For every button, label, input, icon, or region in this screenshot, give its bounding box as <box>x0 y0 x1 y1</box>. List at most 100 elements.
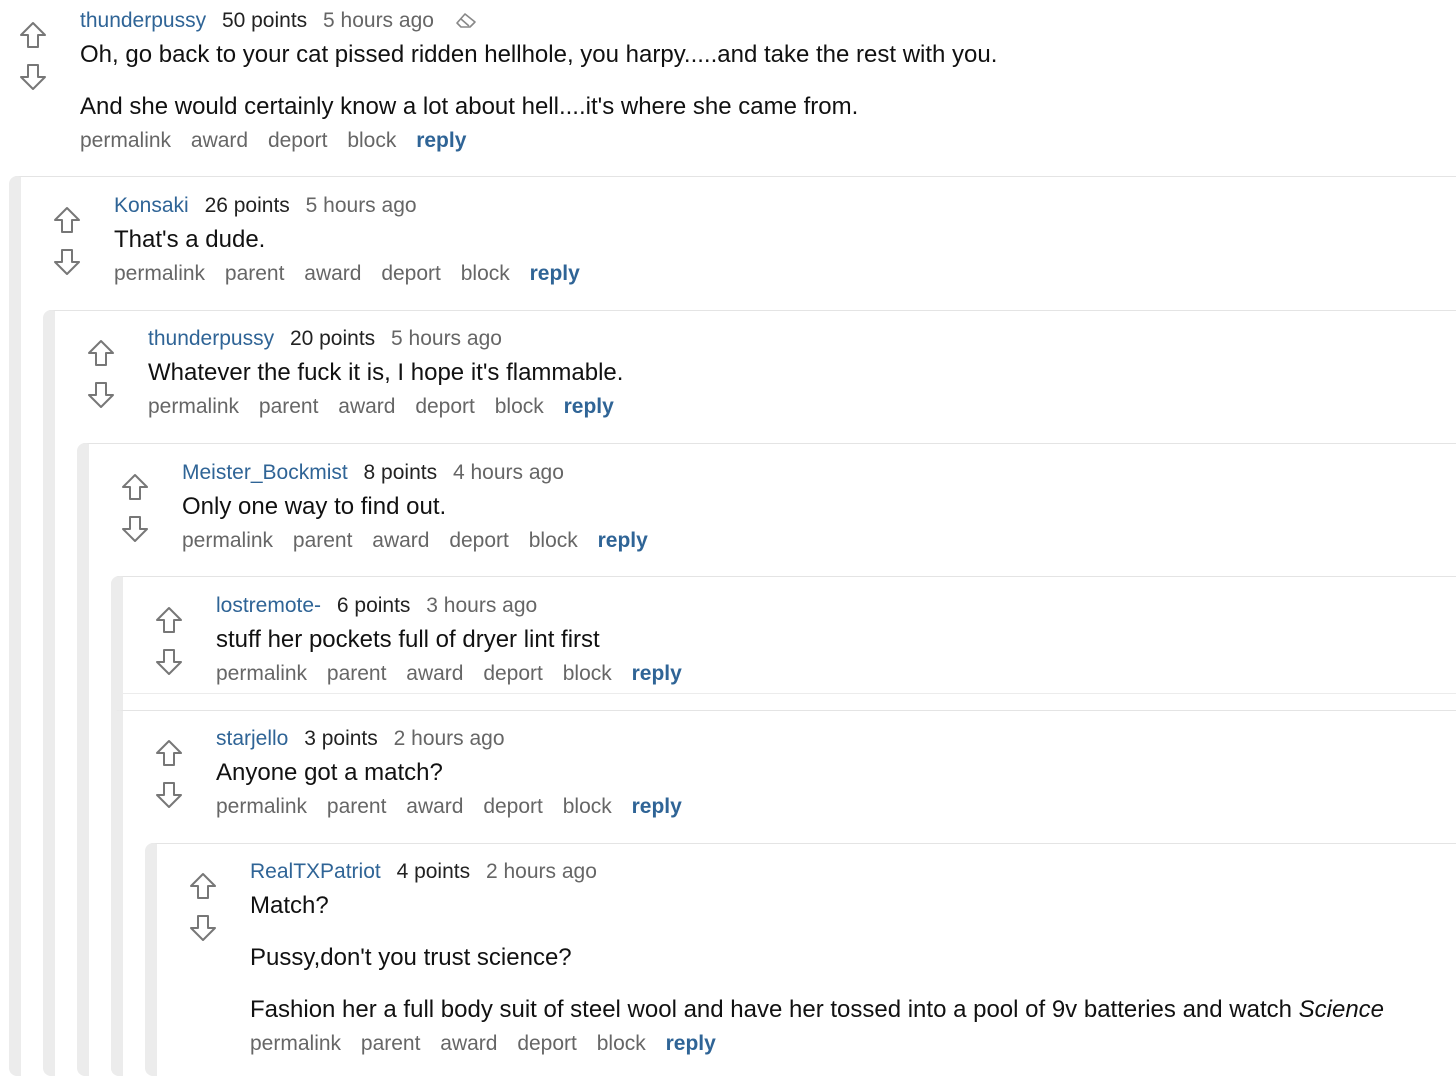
award-link[interactable]: award <box>406 662 463 685</box>
permalink-link[interactable]: permalink <box>216 662 307 685</box>
award-link[interactable]: award <box>191 129 248 152</box>
parent-link[interactable]: parent <box>259 395 319 418</box>
comment-paragraph: Anyone got a match? <box>216 759 443 786</box>
comment-author[interactable]: RealTXPatriot <box>250 860 381 883</box>
comment-meta: thunderpussy 20 points 5 hours ago <box>148 326 628 352</box>
comment-points: 26 points <box>204 194 290 217</box>
downvote-arrow-icon[interactable] <box>86 380 116 410</box>
upvote-arrow-icon[interactable] <box>154 738 184 768</box>
comment-body: Meister_Bockmist 8 points 4 hours ago On… <box>182 460 662 554</box>
downvote-arrow-icon[interactable] <box>154 780 184 810</box>
comment-body: Konsaki 26 points 5 hours ago That's a d… <box>114 193 594 287</box>
permalink-link[interactable]: permalink <box>182 529 273 552</box>
permalink-link[interactable]: permalink <box>250 1032 341 1055</box>
deport-link[interactable]: deport <box>415 395 475 418</box>
comment-text: stuff her pockets full of dryer lint fir… <box>216 625 696 655</box>
comment-paragraph: Whatever the fuck it is, I hope it's fla… <box>148 359 624 386</box>
parent-link[interactable]: parent <box>327 662 387 685</box>
comment-time: 5 hours ago <box>305 194 417 217</box>
block-link[interactable]: block <box>529 529 578 552</box>
downvote-arrow-icon[interactable] <box>120 514 150 544</box>
comment-author[interactable]: Meister_Bockmist <box>182 461 348 484</box>
comment-body: lostremote- 6 points 3 hours ago stuff h… <box>216 593 696 687</box>
deport-link[interactable]: deport <box>517 1032 577 1055</box>
vote-controls <box>120 472 150 544</box>
upvote-arrow-icon[interactable] <box>154 605 184 635</box>
upvote-arrow-icon[interactable] <box>86 338 116 368</box>
deport-link[interactable]: deport <box>483 795 543 818</box>
comment-paragraph: Oh, go back to your cat pissed ridden he… <box>80 41 998 68</box>
downvote-arrow-icon[interactable] <box>188 913 218 943</box>
comment-text: That's a dude. <box>114 225 594 255</box>
deport-link[interactable]: deport <box>381 262 441 285</box>
award-link[interactable]: award <box>372 529 429 552</box>
downvote-arrow-icon[interactable] <box>154 647 184 677</box>
award-link[interactable]: award <box>338 395 395 418</box>
reply-link[interactable]: reply <box>598 529 648 552</box>
comment-author[interactable]: thunderpussy <box>80 9 206 32</box>
comment-emphasis: Science <box>1298 996 1385 1023</box>
vote-controls <box>52 205 82 277</box>
parent-link[interactable]: parent <box>361 1032 421 1055</box>
block-link[interactable]: block <box>495 395 544 418</box>
comment-author[interactable]: lostremote- <box>216 594 321 617</box>
award-link[interactable]: award <box>440 1032 497 1055</box>
deport-link[interactable]: deport <box>483 662 543 685</box>
comment-paragraph: That's a dude. <box>114 226 266 253</box>
reply-link[interactable]: reply <box>666 1032 716 1055</box>
comment-author[interactable]: Konsaki <box>114 194 189 217</box>
reply-link[interactable]: reply <box>632 662 682 685</box>
reply-link[interactable]: reply <box>564 395 614 418</box>
upvote-arrow-icon[interactable] <box>18 20 48 50</box>
parent-link[interactable]: parent <box>293 529 353 552</box>
block-link[interactable]: block <box>563 662 612 685</box>
comment-paragraph: Match? <box>250 892 329 919</box>
block-link[interactable]: block <box>563 795 612 818</box>
upvote-arrow-icon[interactable] <box>120 472 150 502</box>
comment-time: 3 hours ago <box>426 594 538 617</box>
upvote-arrow-icon[interactable] <box>52 205 82 235</box>
comment-body: thunderpussy 20 points 5 hours ago Whate… <box>148 326 628 420</box>
comment-time: 2 hours ago <box>393 727 505 750</box>
comment-time: 4 hours ago <box>452 461 564 484</box>
comment-paragraph: And she would certainly know a lot about… <box>80 93 859 120</box>
block-link[interactable]: block <box>347 129 396 152</box>
comment-actions: permalink parent award deport block repl… <box>182 528 662 554</box>
permalink-link[interactable]: permalink <box>114 262 205 285</box>
deport-link[interactable]: deport <box>268 129 328 152</box>
comment-body: starjello 3 points 2 hours ago Anyone go… <box>216 726 696 820</box>
comment-paragraph: Fashion her a full body suit of steel wo… <box>250 995 1384 1025</box>
comment-author[interactable]: thunderpussy <box>148 327 274 350</box>
comment-meta: RealTXPatriot 4 points 2 hours ago <box>250 859 1384 885</box>
vote-controls <box>154 738 184 810</box>
upvote-arrow-icon[interactable] <box>188 871 218 901</box>
deport-link[interactable]: deport <box>449 529 509 552</box>
comment-paragraph: stuff her pockets full of dryer lint fir… <box>216 626 600 653</box>
reply-link[interactable]: reply <box>416 129 466 152</box>
parent-link[interactable]: parent <box>225 262 285 285</box>
downvote-arrow-icon[interactable] <box>52 247 82 277</box>
comment-meta: lostremote- 6 points 3 hours ago <box>216 593 696 619</box>
permalink-link[interactable]: permalink <box>80 129 171 152</box>
downvote-arrow-icon[interactable] <box>18 62 48 92</box>
comment-author[interactable]: starjello <box>216 727 288 750</box>
vote-controls <box>154 605 184 677</box>
comment-meta: Meister_Bockmist 8 points 4 hours ago <box>182 460 662 486</box>
vote-controls <box>18 20 48 92</box>
award-link[interactable]: award <box>304 262 361 285</box>
permalink-link[interactable]: permalink <box>216 795 307 818</box>
reply-link[interactable]: reply <box>530 262 580 285</box>
parent-link[interactable]: parent <box>327 795 387 818</box>
reply-link[interactable]: reply <box>632 795 682 818</box>
comment-paragraph: Only one way to find out. <box>182 493 447 520</box>
permalink-link[interactable]: permalink <box>148 395 239 418</box>
comment-points: 50 points <box>221 9 308 32</box>
comment-text: Only one way to find out. <box>182 492 662 522</box>
comment-text: Anyone got a match? <box>216 758 696 788</box>
block-link[interactable]: block <box>597 1032 646 1055</box>
award-link[interactable]: award <box>406 795 463 818</box>
comment-body: RealTXPatriot 4 points 2 hours ago Match… <box>250 859 1384 1057</box>
comment-time: 5 hours ago <box>323 9 434 32</box>
block-link[interactable]: block <box>461 262 510 285</box>
comment-meta: Konsaki 26 points 5 hours ago <box>114 193 594 219</box>
